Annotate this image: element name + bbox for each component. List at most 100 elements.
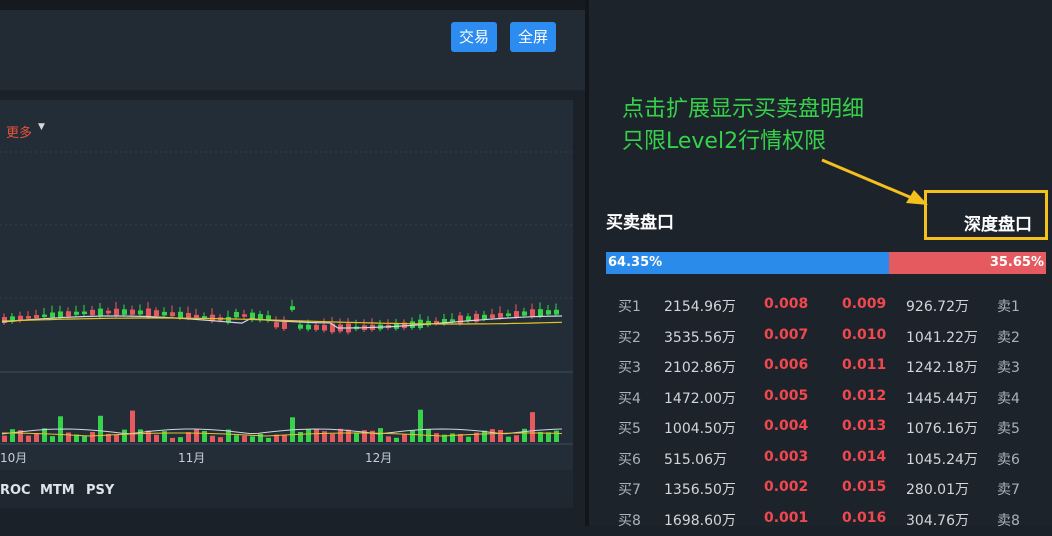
buy-volume: 1698.60万 (664, 510, 736, 530)
volume-bar (394, 438, 399, 442)
more-indicators-dropdown[interactable]: 更多▼ (6, 122, 45, 141)
orderbook-row[interactable]: 买32102.86万0.0060.0111242.18万卖3 (606, 353, 1052, 384)
chart-area: 交易 全屏 10月11月12月ROCMTMPSY 更多▼ (0, 0, 585, 526)
volume-bar (354, 432, 359, 442)
candle-body (42, 315, 47, 317)
depth-orderbook-button[interactable]: 深度盘口 (964, 210, 1032, 235)
indicator-tab[interactable]: ROC (0, 483, 31, 498)
volume-bar (146, 431, 151, 442)
candle-body (98, 309, 103, 316)
candle-body (154, 310, 159, 316)
orderbook-row[interactable]: 买12154.96万0.0080.009926.72万卖1 (606, 292, 1052, 323)
volume-bar (114, 435, 119, 442)
volume-bar (498, 430, 503, 442)
volume-bar (402, 434, 407, 442)
sell-volume: 1242.18万 (906, 357, 978, 377)
orderbook-row[interactable]: 买6515.06万0.0030.0141045.24万卖6 (606, 445, 1052, 476)
sell-volume: 280.01万 (906, 479, 969, 499)
volume-bar (130, 411, 135, 442)
volume-bar (10, 429, 15, 442)
volume-bar (202, 431, 207, 442)
candle-body (26, 316, 31, 319)
sell-volume: 926.72万 (906, 296, 969, 316)
candle-body (106, 311, 111, 314)
sell-level-label: 卖3 (997, 357, 1020, 377)
sell-price: 0.011 (842, 357, 886, 373)
fullscreen-button[interactable]: 全屏 (510, 22, 556, 52)
candle-body (530, 309, 535, 317)
sell-level-label: 卖4 (997, 388, 1020, 408)
candle-body (450, 319, 455, 321)
volume-bar (466, 437, 471, 442)
candle-body (498, 313, 503, 318)
volume-bar (186, 432, 191, 442)
candle-body (546, 310, 551, 314)
buy-volume: 515.06万 (664, 449, 727, 469)
sell-volume: 1445.44万 (906, 388, 978, 408)
annotation-line-1: 点击扩展显示买卖盘明细 (622, 94, 864, 126)
volume-bar (514, 435, 519, 442)
candle-body (90, 310, 95, 315)
volume-bar (234, 435, 239, 442)
volume-bar (2, 436, 7, 442)
indicator-tab[interactable]: PSY (86, 483, 115, 498)
candle-body (50, 312, 55, 317)
orderbook-row[interactable]: 买41472.00万0.0050.0121445.44万卖4 (606, 384, 1052, 415)
volume-bar (330, 434, 335, 442)
candle-body (242, 314, 247, 316)
buy-volume: 1356.50万 (664, 479, 736, 499)
candle-body (74, 312, 79, 315)
volume-bar (418, 410, 423, 442)
sell-volume: 304.76万 (906, 510, 969, 530)
sell-volume: 1076.16万 (906, 418, 978, 438)
sell-volume: 1041.22万 (906, 327, 978, 347)
kline-panel[interactable]: 10月11月12月ROCMTMPSY (0, 100, 573, 508)
volume-bar (50, 436, 55, 442)
candle-body (186, 313, 191, 318)
volume-bar (490, 429, 495, 442)
buy-volume: 2154.96万 (664, 296, 736, 316)
volume-bar (554, 431, 559, 442)
volume-bar (530, 412, 535, 442)
orderbook-row[interactable]: 买71356.50万0.0020.015280.01万卖7 (606, 475, 1052, 506)
trade-button[interactable]: 交易 (451, 22, 497, 52)
month-tick-label: 11月 (178, 451, 205, 465)
volume-bar (314, 429, 319, 442)
sell-level-label: 卖2 (997, 327, 1020, 347)
orderbook-title: 买卖盘口 (606, 208, 674, 233)
buy-volume: 2102.86万 (664, 357, 736, 377)
volume-bar (194, 429, 199, 442)
annotation-line-2: 只限Level2行情权限 (622, 126, 864, 158)
buy-price: 0.006 (764, 357, 808, 373)
candle-body (162, 312, 167, 316)
volume-bar (298, 432, 303, 442)
volume-bar (210, 436, 215, 442)
indicator-tab[interactable]: MTM (40, 483, 75, 498)
buy-sell-ratio-bar: 64.35% 35.65% (606, 252, 1046, 274)
volume-bar (306, 429, 311, 442)
buy-volume: 1472.00万 (664, 388, 736, 408)
candle-body (522, 311, 527, 315)
candle-body (274, 322, 279, 327)
kline-chart[interactable]: 10月11月12月ROCMTMPSY (0, 100, 573, 508)
orderbook-row[interactable]: 买51004.50万0.0040.0131076.16万卖5 (606, 414, 1052, 445)
candle-body (194, 315, 199, 318)
sell-level-label: 卖7 (997, 479, 1020, 499)
buy-price: 0.001 (764, 510, 808, 526)
volume-bar (346, 430, 351, 442)
buy-level-label: 买2 (618, 327, 641, 347)
buy-volume: 3535.56万 (664, 327, 736, 347)
chart-toolbar: 交易 全屏 (0, 10, 585, 90)
candle-body (554, 310, 559, 315)
volume-bar (90, 432, 95, 442)
sell-price: 0.016 (842, 510, 886, 526)
candle-body (458, 315, 463, 323)
orderbook-row[interactable]: 买81698.60万0.0010.016304.76万卖8 (606, 506, 1052, 536)
candle-body (506, 313, 511, 316)
sell-price: 0.009 (842, 296, 886, 312)
volume-bar (138, 429, 143, 442)
orderbook-row[interactable]: 买23535.56万0.0070.0101041.22万卖2 (606, 323, 1052, 354)
candle-body (82, 312, 87, 315)
buy-price: 0.008 (764, 296, 808, 312)
sell-volume: 1045.24万 (906, 449, 978, 469)
